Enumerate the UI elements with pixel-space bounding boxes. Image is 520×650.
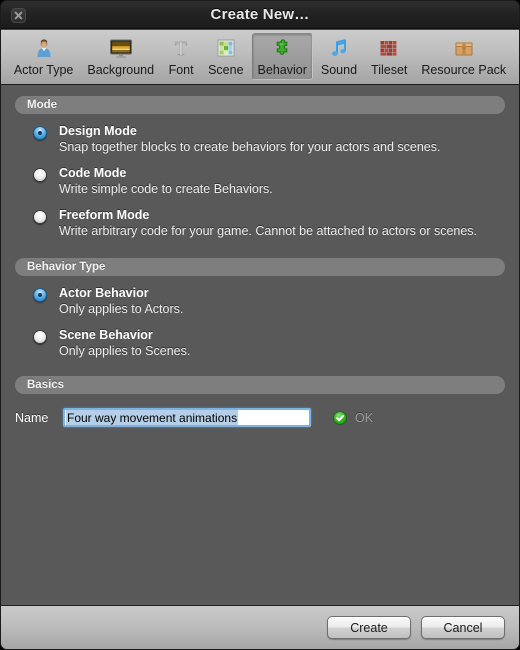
radio-indicator[interactable] (33, 168, 47, 182)
name-row: Name Four way movement animations OK (1, 394, 519, 427)
text-t-icon: T (168, 36, 194, 60)
dialog-body: Mode Design Mode Snap together blocks to… (1, 85, 519, 605)
create-new-dialog: Create New… Actor Type Background T Font… (0, 0, 520, 650)
title-bar: Create New… (1, 1, 519, 29)
radio-title: Code Mode (59, 166, 127, 180)
tab-label: Behavior (257, 63, 307, 77)
close-icon[interactable] (11, 8, 26, 23)
radio-option-actor-behavior[interactable]: Actor Behavior Only applies to Actors. (1, 286, 519, 317)
radio-option-code-mode[interactable]: Code Mode Write simple code to create Be… (1, 166, 519, 197)
tab-sound[interactable]: Sound (315, 33, 363, 80)
tab-tileset[interactable]: Tileset (365, 33, 413, 80)
section-title: Basics (27, 379, 65, 391)
tab-label: Tileset (371, 63, 408, 77)
monitor-icon (108, 36, 134, 60)
name-input[interactable] (65, 410, 309, 425)
name-validation: OK (333, 410, 374, 425)
section-header-mode: Mode (15, 96, 505, 114)
section-header-basics: Basics (15, 376, 505, 394)
radio-title: Scene Behavior (59, 328, 153, 342)
tab-font[interactable]: T Font (162, 33, 200, 80)
radio-description: Snap together blocks to create behaviors… (59, 140, 441, 154)
name-input-wrap[interactable]: Four way movement animations (63, 408, 311, 427)
validation-text: OK (355, 410, 374, 425)
radio-indicator[interactable] (33, 330, 47, 344)
radio-text: Code Mode Write simple code to create Be… (59, 166, 273, 197)
radio-option-freeform-mode[interactable]: Freeform Mode Write arbitrary code for y… (1, 208, 519, 239)
tab-label: Background (87, 63, 155, 77)
toolbar: Actor Type Background T Font Scene Behav… (1, 29, 519, 85)
dialog-footer: Create Cancel (1, 605, 519, 649)
radio-description: Write simple code to create Behaviors. (59, 182, 273, 196)
tab-resource-pack[interactable]: Resource Pack (415, 33, 512, 80)
radio-text: Actor Behavior Only applies to Actors. (59, 286, 183, 317)
create-button[interactable]: Create (327, 616, 411, 639)
name-label: Name (15, 410, 49, 425)
tab-actor-type[interactable]: Actor Type (8, 33, 80, 80)
tab-label: Font (168, 63, 194, 77)
tab-label: Sound (320, 63, 358, 77)
tab-label: Resource Pack (421, 63, 507, 77)
section-header-behavior-type: Behavior Type (15, 258, 505, 276)
section-title: Mode (27, 99, 58, 111)
radio-description: Write arbitrary code for your game. Cann… (59, 224, 478, 238)
radio-indicator[interactable] (33, 210, 47, 224)
radio-title: Freeform Mode (59, 208, 150, 222)
radio-indicator[interactable] (33, 126, 47, 140)
mode-radio-group: Design Mode Snap together blocks to crea… (1, 114, 519, 239)
svg-text:T: T (175, 38, 187, 59)
brick-wall-icon (376, 36, 402, 60)
page-title: Create New… (210, 6, 310, 23)
tab-label: Scene (208, 63, 244, 77)
tab-background[interactable]: Background (81, 33, 160, 80)
tile-grid-icon (213, 36, 239, 60)
tab-label: Actor Type (13, 63, 74, 77)
music-note-icon (326, 36, 352, 60)
green-check-icon (333, 410, 347, 425)
tab-behavior[interactable]: Behavior (251, 33, 313, 80)
tab-scene[interactable]: Scene (202, 33, 249, 80)
radio-option-design-mode[interactable]: Design Mode Snap together blocks to crea… (1, 124, 519, 155)
radio-option-scene-behavior[interactable]: Scene Behavior Only applies to Scenes. (1, 328, 519, 359)
radio-description: Only applies to Scenes. (59, 344, 191, 358)
behavior-type-radio-group: Actor Behavior Only applies to Actors. S… (1, 276, 519, 359)
box-icon (451, 36, 477, 60)
radio-text: Scene Behavior Only applies to Scenes. (59, 328, 190, 359)
radio-title: Actor Behavior (59, 286, 149, 300)
cancel-button[interactable]: Cancel (421, 616, 505, 639)
radio-indicator[interactable] (33, 288, 47, 302)
radio-text: Design Mode Snap together blocks to crea… (59, 124, 440, 155)
section-title: Behavior Type (27, 261, 106, 273)
puzzle-piece-icon (269, 36, 295, 60)
radio-title: Design Mode (59, 124, 137, 138)
radio-text: Freeform Mode Write arbitrary code for y… (59, 208, 477, 239)
radio-description: Only applies to Actors. (59, 302, 184, 316)
person-icon (31, 36, 57, 60)
